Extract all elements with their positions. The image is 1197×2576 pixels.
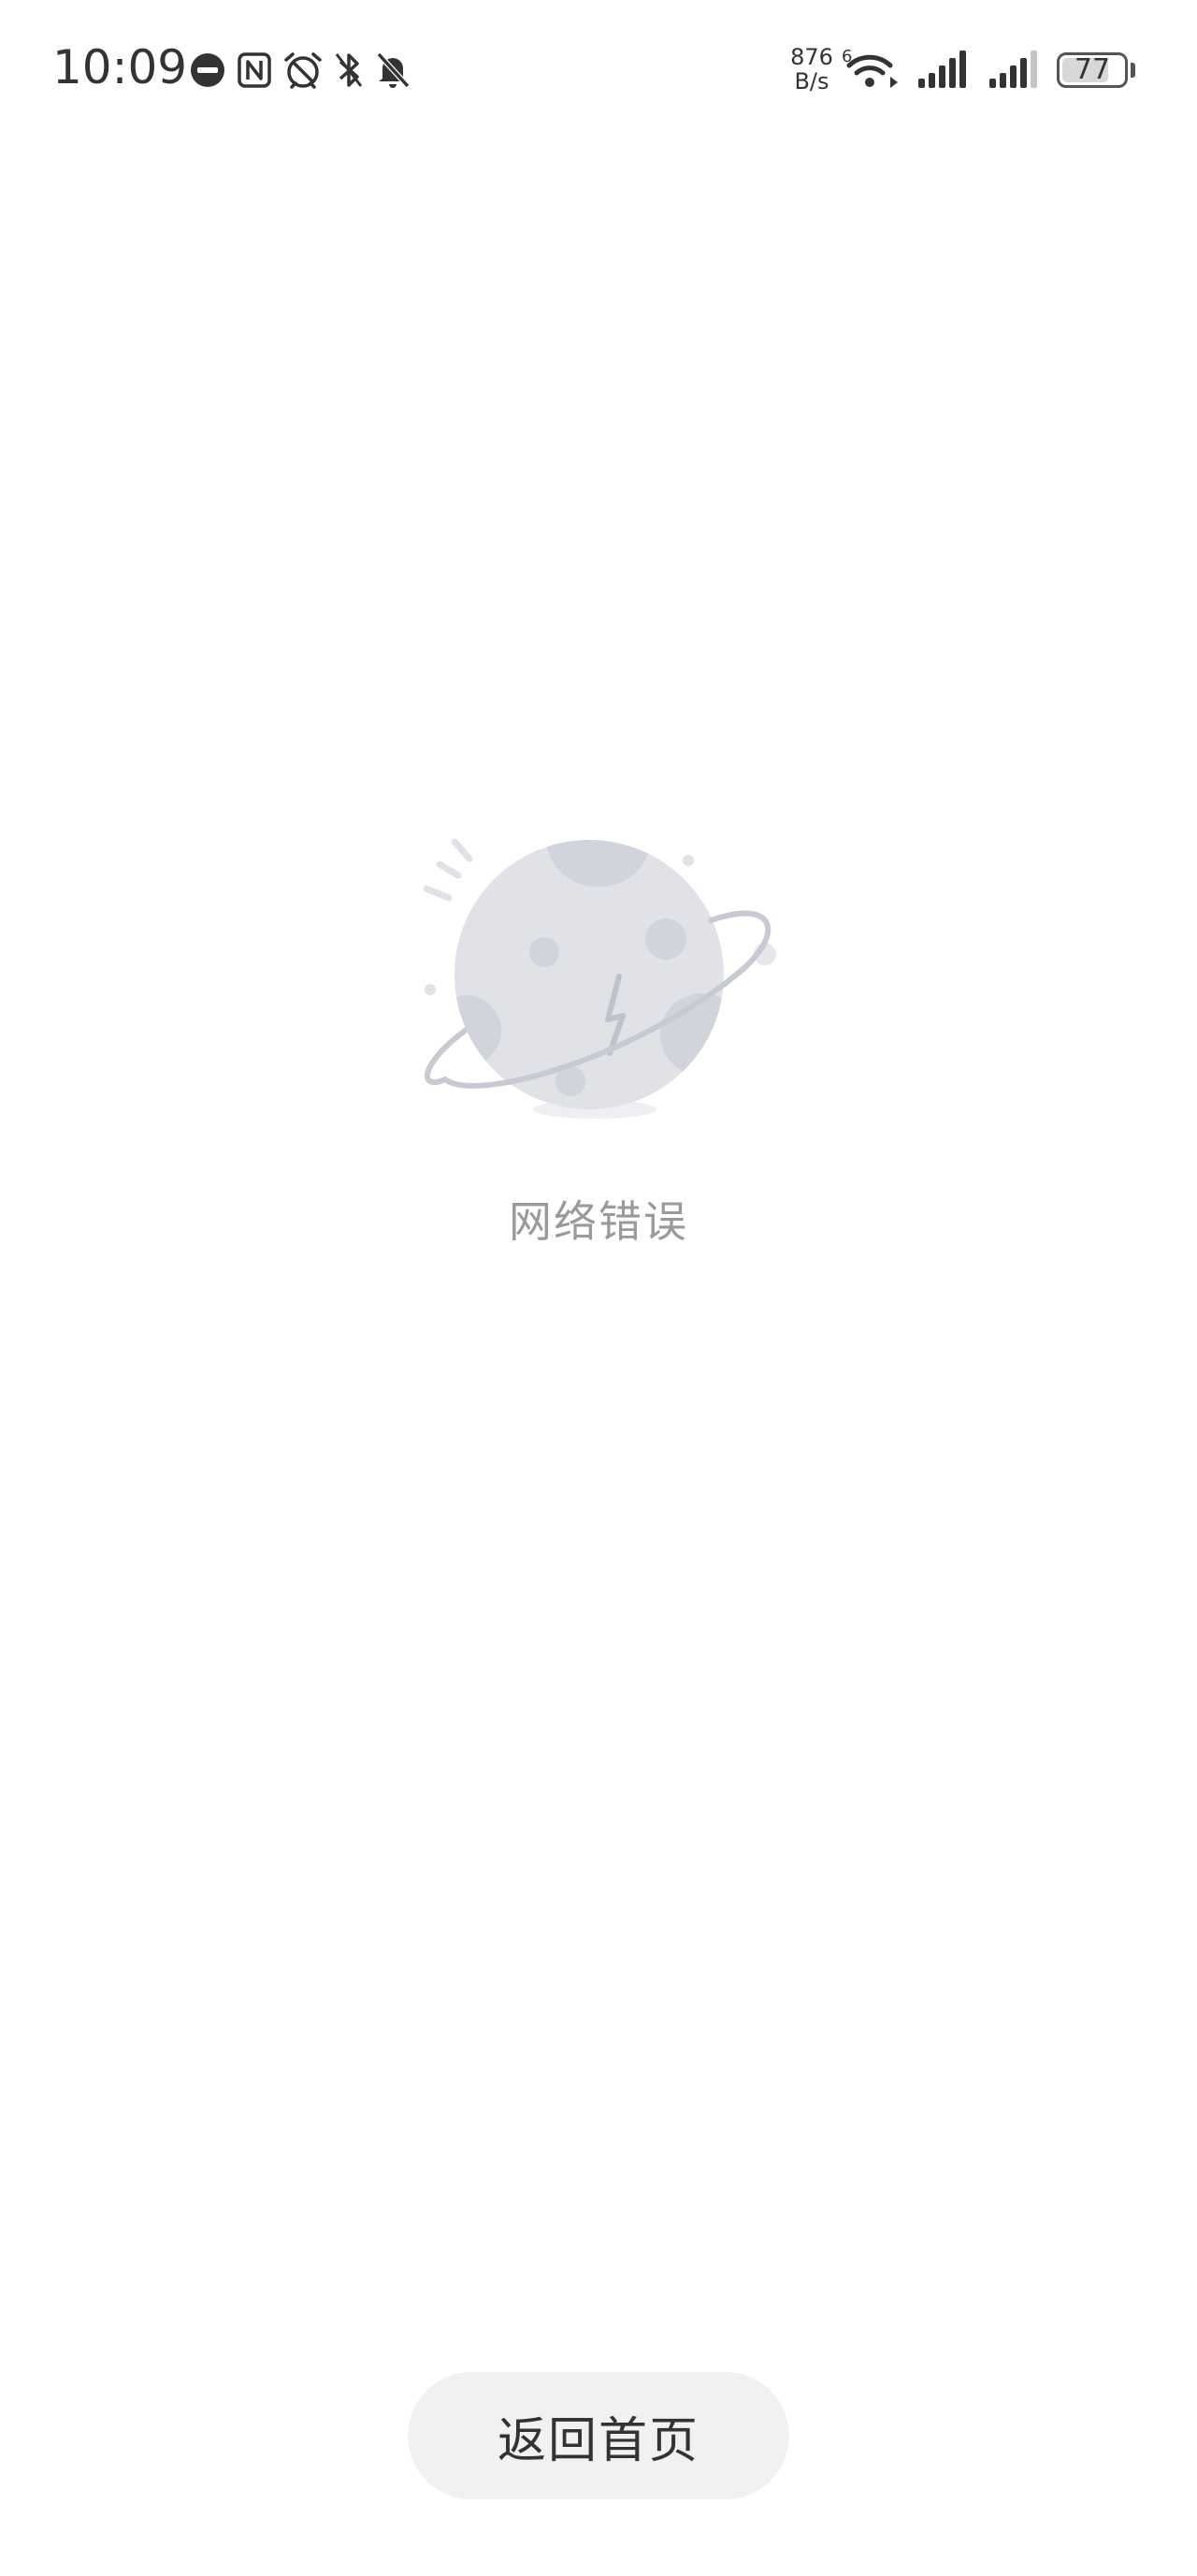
battery-level: 77 bbox=[1074, 53, 1111, 86]
alarm-icon bbox=[282, 51, 324, 90]
network-error-planet-icon bbox=[402, 823, 795, 1132]
network-speed: 876 B/s bbox=[784, 45, 840, 94]
status-time: 10:09 bbox=[52, 40, 188, 94]
battery-cap bbox=[1131, 63, 1135, 78]
wifi-icon: 6 bbox=[842, 47, 901, 95]
app-badge-icon bbox=[189, 51, 226, 89]
nfc-icon bbox=[236, 51, 273, 89]
signal-icon bbox=[916, 49, 969, 94]
bluetooth-icon bbox=[333, 51, 365, 90]
error-message: 网络错误 bbox=[509, 1196, 688, 1247]
signal-icon bbox=[988, 49, 1040, 94]
mute-icon bbox=[374, 51, 411, 90]
network-speed-unit: B/s bbox=[794, 68, 829, 94]
network-speed-value: 876 bbox=[790, 44, 833, 70]
status-bar: 10:09 876 B/s 6 77 bbox=[0, 0, 1197, 140]
back-to-home-button[interactable]: 返回首页 bbox=[408, 2372, 789, 2499]
battery-icon: 77 bbox=[1057, 52, 1128, 88]
status-icons-left bbox=[189, 49, 411, 92]
